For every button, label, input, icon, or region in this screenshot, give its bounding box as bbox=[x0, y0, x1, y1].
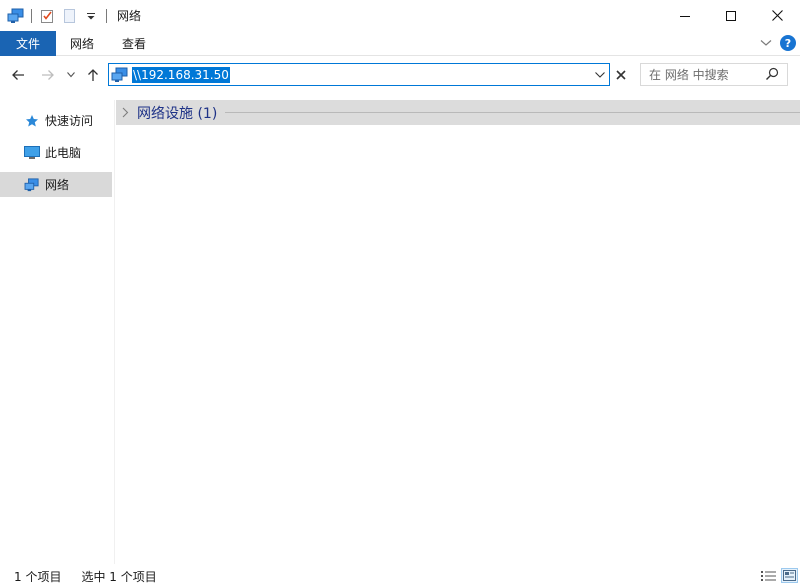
chevron-down-icon bbox=[595, 72, 605, 78]
recent-locations-button[interactable] bbox=[63, 64, 79, 86]
clear-address-button[interactable] bbox=[611, 64, 630, 85]
network-window-icon bbox=[7, 7, 25, 25]
customize-toolbar-icon[interactable] bbox=[82, 7, 100, 25]
up-button[interactable] bbox=[83, 64, 103, 86]
properties-icon[interactable] bbox=[38, 7, 56, 25]
toolbar-separator bbox=[106, 8, 107, 23]
close-icon bbox=[771, 10, 783, 21]
chevron-down-icon bbox=[67, 72, 75, 78]
address-input[interactable]: \\192.168.31.50 bbox=[132, 66, 230, 83]
close-button[interactable] bbox=[754, 0, 800, 31]
arrow-left-icon bbox=[12, 70, 24, 80]
selected-count: 选中 1 个项目 bbox=[81, 569, 157, 584]
network-icon bbox=[24, 177, 40, 193]
search-icon[interactable] bbox=[765, 67, 779, 84]
sidebar-item-network[interactable]: 网络 bbox=[0, 172, 112, 197]
tab-network[interactable]: 网络 bbox=[56, 31, 108, 56]
arrow-right-icon bbox=[42, 70, 54, 80]
group-divider bbox=[225, 112, 800, 113]
maximize-icon bbox=[726, 10, 736, 21]
forward-button[interactable] bbox=[38, 64, 58, 86]
sidebar-item-label: 此电脑 bbox=[45, 146, 82, 160]
search-input[interactable]: 在 网络 中搜索 bbox=[649, 66, 729, 83]
title-bar: 网络 bbox=[0, 0, 800, 31]
large-icons-view-icon[interactable] bbox=[781, 568, 798, 583]
group-header[interactable]: 网络设施 (1) bbox=[116, 100, 800, 125]
tab-file[interactable]: 文件 bbox=[0, 30, 56, 56]
back-button[interactable] bbox=[8, 64, 28, 86]
sidebar-item-label: 快速访问 bbox=[45, 114, 94, 128]
network-icon bbox=[111, 67, 129, 83]
navigation-bar: \\192.168.31.50 在 网络 中搜索 bbox=[0, 60, 800, 90]
sidebar-item-label: 网络 bbox=[45, 178, 70, 192]
maximize-button[interactable] bbox=[708, 0, 754, 31]
new-folder-icon[interactable] bbox=[60, 7, 78, 25]
minimize-icon bbox=[680, 15, 690, 17]
minimize-button[interactable] bbox=[662, 0, 708, 31]
sidebar-item-this-pc[interactable]: 此电脑 bbox=[0, 140, 112, 165]
quick-access-toolbar: 网络 bbox=[0, 0, 141, 31]
close-icon bbox=[615, 69, 626, 80]
details-view-icon[interactable] bbox=[760, 568, 777, 583]
search-box[interactable]: 在 网络 中搜索 bbox=[640, 63, 788, 86]
star-icon bbox=[24, 113, 40, 129]
content-area[interactable]: 网络设施 (1) bbox=[116, 90, 800, 564]
arrow-up-icon bbox=[88, 69, 98, 81]
sidebar-item-quick-access[interactable]: 快速访问 bbox=[0, 108, 112, 133]
address-dropdown-button[interactable] bbox=[593, 67, 607, 83]
item-count: 1 个项目 bbox=[14, 569, 62, 584]
tab-view[interactable]: 查看 bbox=[108, 31, 160, 56]
expand-ribbon-chevron-icon[interactable] bbox=[760, 36, 772, 50]
address-bar[interactable]: \\192.168.31.50 bbox=[108, 63, 610, 86]
window-title: 网络 bbox=[117, 9, 142, 23]
toolbar-separator bbox=[31, 8, 32, 23]
navigation-pane: 快速访问 此电脑 网络 bbox=[0, 100, 115, 564]
chevron-right-icon[interactable] bbox=[122, 107, 136, 118]
status-bar: 1 个项目 选中 1 个项目 bbox=[0, 564, 800, 588]
ribbon: 文件 网络 查看 ? bbox=[0, 30, 800, 56]
group-title: 网络设施 (1) bbox=[137, 105, 218, 122]
computer-icon bbox=[24, 145, 40, 161]
help-icon[interactable]: ? bbox=[780, 35, 796, 51]
